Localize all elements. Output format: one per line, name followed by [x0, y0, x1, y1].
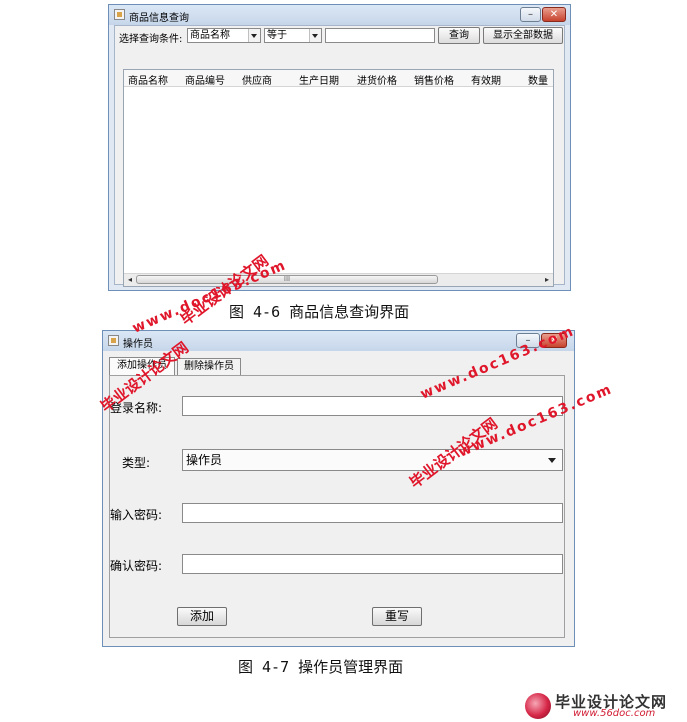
scroll-thumb[interactable]: III [136, 275, 438, 284]
chevron-down-icon [309, 29, 321, 42]
product-table[interactable]: 商品名称 商品编号 供应商 生产日期 进货价格 销售价格 有效期 数量 ◂ II… [123, 69, 554, 287]
field-select-value: 商品名称 [190, 30, 230, 41]
java-app-icon [108, 335, 119, 346]
type-label: 类型: [122, 456, 151, 470]
query-value-input[interactable] [325, 28, 435, 43]
column-header[interactable]: 销售价格 [414, 72, 454, 87]
column-header[interactable]: 商品名称 [128, 72, 168, 87]
column-header[interactable]: 商品编号 [185, 72, 225, 87]
window-content: 选择查询条件: 商品名称 等于 查询 显示全部数据 商品名称 商品编号 供应商 … [114, 25, 565, 287]
figure-caption-4-7: 图 4-7 操作员管理界面 [238, 658, 404, 676]
password-label: 输入密码: [110, 508, 163, 522]
column-header[interactable]: 进货价格 [357, 72, 397, 87]
grip-icon: III [283, 275, 291, 283]
logo-site-url: www.56doc.com [573, 708, 656, 719]
logo-emblem-icon [525, 693, 551, 719]
confirm-password-input[interactable] [182, 554, 563, 574]
add-button[interactable]: 添加 [177, 607, 227, 626]
login-name-input[interactable] [182, 396, 563, 416]
query-condition-label: 选择查询条件: [119, 34, 183, 45]
show-all-button[interactable]: 显示全部数据 [483, 27, 563, 44]
column-header[interactable]: 供应商 [242, 72, 272, 87]
type-select-value: 操作员 [186, 453, 223, 467]
title-bar[interactable]: 商品信息查询 – ✕ [109, 5, 570, 25]
field-select[interactable]: 商品名称 [187, 28, 261, 43]
table-header: 商品名称 商品编号 供应商 生产日期 进货价格 销售价格 有效期 数量 [124, 70, 553, 87]
type-select[interactable]: 操作员 [182, 449, 563, 471]
minimize-button[interactable]: – [520, 7, 541, 22]
operator-window: 操作员 – ✕ 添加操作员 删除操作员 登录名称: 类型: 操作员 输入密码: … [102, 330, 575, 647]
close-button[interactable]: ✕ [542, 7, 566, 22]
password-input[interactable] [182, 503, 563, 523]
window-title: 商品信息查询 [129, 13, 189, 24]
reset-button[interactable]: 重写 [372, 607, 422, 626]
column-header[interactable]: 有效期 [471, 72, 501, 87]
chevron-down-icon [248, 29, 260, 42]
tab-delete-operator[interactable]: 删除操作员 [177, 358, 241, 375]
window-content: 添加 操作员 删除操作员 登录名称: 类型: 操作员 输入密码: 确认密码: 添加… [103, 351, 574, 646]
add-operator-panel: 登录名称: 类型: 操作员 输入密码: 确认密码: 添加 重写 [109, 375, 565, 638]
query-button[interactable]: 查询 [438, 27, 480, 44]
java-app-icon [114, 9, 125, 20]
scroll-left-arrow-icon[interactable]: ◂ [125, 275, 135, 285]
window-title: 操作员 [123, 339, 153, 350]
site-logo: 毕业设计论文网 www.56doc.com [525, 693, 685, 720]
scroll-right-arrow-icon[interactable]: ▸ [542, 275, 552, 285]
operator-select[interactable]: 等于 [264, 28, 322, 43]
product-query-window: 商品信息查询 – ✕ 选择查询条件: 商品名称 等于 查询 显示全部数据 商品名… [108, 4, 571, 291]
horizontal-scrollbar[interactable]: ◂ III ▸ [124, 273, 553, 286]
figure-caption-4-6: 图 4-6 商品信息查询界面 [229, 303, 410, 321]
confirm-password-label: 确认密码: [110, 559, 163, 573]
column-header[interactable]: 数量 [528, 72, 548, 87]
column-header[interactable]: 生产日期 [299, 72, 339, 87]
operator-select-value: 等于 [267, 30, 287, 41]
